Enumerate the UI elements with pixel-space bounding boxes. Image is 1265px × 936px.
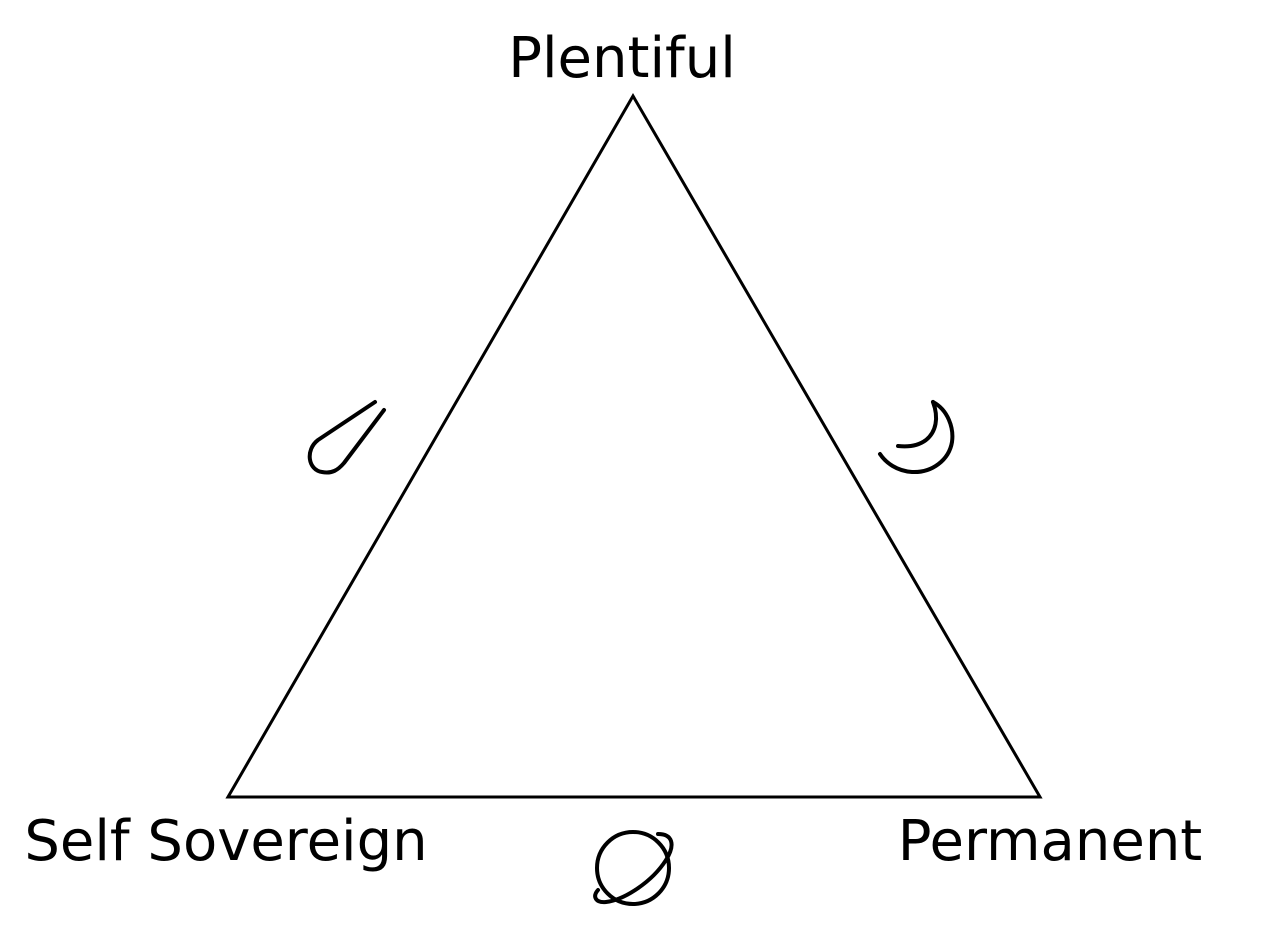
vertex-label-bottom-left: Self Sovereign — [24, 809, 427, 874]
planet-icon — [593, 830, 674, 906]
vertex-label-top: Plentiful — [508, 26, 736, 91]
comet-icon — [307, 400, 386, 475]
trilemma-diagram: Plentiful Self Sovereign Permanent — [24, 26, 1203, 906]
triangle-outline — [225, 93, 1043, 799]
crescent-moon-icon — [878, 400, 955, 475]
vertex-label-bottom-right: Permanent — [898, 809, 1203, 874]
